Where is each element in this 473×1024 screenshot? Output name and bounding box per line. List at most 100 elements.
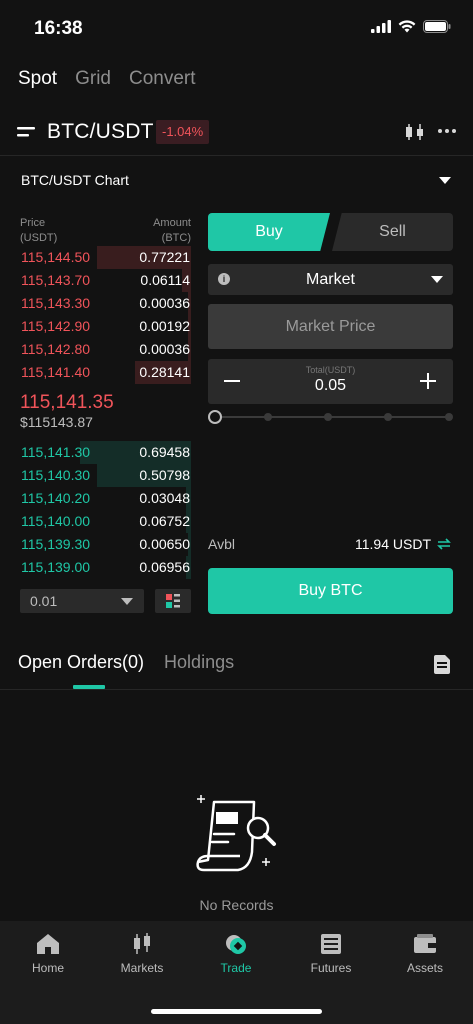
ask-row[interactable]: 115,141.40 0.28141 [20,361,191,384]
nav-assets[interactable]: Assets [385,933,465,975]
order-history-icon[interactable] [434,655,450,674]
bid-price: 115,140.00 [21,513,91,529]
ask-price: 115,141.40 [21,364,91,380]
chevron-down-icon [121,598,133,605]
available-balance: 11.94 USDT [355,536,431,552]
bid-row[interactable]: 115,139.30 0.00650 [20,533,191,556]
home-icon [37,934,59,954]
ask-row[interactable]: 115,144.50 0.77221 [20,246,191,269]
slider-thumb[interactable] [208,410,222,424]
amount-header-unit: (BTC) [161,232,191,244]
battery-icon [423,20,451,33]
nav-markets[interactable]: Markets [102,933,182,975]
chart-toggle[interactable]: BTC/USDT Chart [0,170,473,192]
total-label: Total(USDT) [305,365,356,375]
wifi-icon [398,20,416,33]
nav-home-label: Home [31,961,64,975]
ask-row[interactable]: 115,142.90 0.00192 [20,315,191,338]
last-price[interactable]: 115,141.35 [20,392,114,414]
ask-amount: 0.28141 [139,364,190,380]
pair-header: BTC/USDT -1.04% [0,114,473,150]
order-type-value: Market [306,271,355,288]
nav-assets-label: Assets [406,961,443,975]
buy-btc-button[interactable]: Buy BTC [208,568,453,614]
tab-grid[interactable]: Grid [75,68,111,90]
signal-icon [371,20,391,33]
bid-price: 115,139.30 [21,536,91,552]
bid-price: 115,140.30 [21,467,91,483]
ask-price: 115,143.30 [21,295,91,311]
ask-row[interactable]: 115,143.30 0.00036 [20,292,191,315]
bid-amount: 0.06956 [139,559,190,575]
bid-price: 115,140.20 [21,490,91,506]
markets-icon [134,933,150,954]
slider-step[interactable] [324,413,332,421]
total-value[interactable]: 0.05 [208,377,453,395]
bid-amount: 0.50798 [139,467,190,483]
transfer-icon[interactable] [437,538,451,550]
total-field[interactable]: Total(USDT) 0.05 [208,359,453,404]
nav-trade-label: Trade [220,961,252,975]
sell-tab[interactable]: Sell [332,213,453,251]
pair-menu-icon[interactable] [17,125,35,139]
bid-row[interactable]: 115,140.30 0.50798 [20,464,191,487]
orders-tabs: Open Orders(0) Holdings [18,652,234,673]
tab-convert[interactable]: Convert [129,68,196,90]
slider-step[interactable] [445,413,453,421]
candlestick-icon[interactable] [404,123,426,141]
ask-amount: 0.00036 [139,295,190,311]
bid-amount: 0.00650 [139,536,190,552]
chevron-down-icon [431,276,443,283]
bid-row[interactable]: 115,140.20 0.03048 [20,487,191,510]
last-price-usd: $115143.87 [20,414,93,430]
price-header: Price [20,217,46,229]
nav-futures[interactable]: Futures [291,933,371,975]
slider-step[interactable] [264,413,272,421]
trade-mode-tabs: Spot Grid Convert [18,68,196,90]
bid-row[interactable]: 115,140.00 0.06752 [20,510,191,533]
more-icon[interactable] [438,129,456,133]
nav-futures-label: Futures [310,961,352,975]
bid-row[interactable]: 115,141.30 0.69458 [20,441,191,464]
orderbook-layout-button[interactable] [155,589,191,613]
pair-change-badge: -1.04% [156,120,210,144]
bid-amount: 0.69458 [139,444,190,460]
bid-row[interactable]: 115,139.00 0.06956 [20,556,191,579]
ask-amount: 0.06114 [140,272,190,288]
empty-state-text: No Records [199,897,274,913]
trade-icon [226,935,246,954]
divider [0,155,473,156]
depth-precision-select[interactable]: 0.01 [20,589,144,613]
status-time: 16:38 [34,18,83,39]
bid-amount: 0.03048 [139,490,190,506]
ask-row[interactable]: 115,142.80 0.00036 [20,338,191,361]
tab-spot[interactable]: Spot [18,68,57,90]
slider-step[interactable] [384,413,392,421]
bid-amount: 0.06752 [139,513,190,529]
ask-amount: 0.00036 [139,341,190,357]
ask-price: 115,144.50 [21,249,91,265]
available-label: Avbl [208,536,235,552]
order-type-select[interactable]: i Market [208,264,453,295]
tab-holdings[interactable]: Holdings [164,652,234,673]
chevron-down-icon [439,177,451,184]
buy-tab[interactable]: Buy [208,213,330,251]
ask-row[interactable]: 115,143.70 0.06114 [20,269,191,292]
bid-price: 115,139.00 [21,559,91,575]
nav-markets-label: Markets [120,961,164,975]
chart-toggle-label: BTC/USDT Chart [21,172,129,188]
divider [0,689,473,690]
ask-price: 115,143.70 [21,272,91,288]
tab-open-orders[interactable]: Open Orders(0) [18,652,144,673]
nav-trade[interactable]: Trade [196,933,276,975]
amount-slider[interactable] [208,410,453,424]
no-records-illustration [196,795,276,872]
price-header-unit: (USDT) [20,232,58,244]
price-field[interactable]: Market Price [208,304,453,349]
orderbook-layout-icon [166,594,180,608]
pair-name[interactable]: BTC/USDT [47,120,154,144]
status-bar: 16:38 [0,0,473,56]
home-indicator [151,1009,322,1014]
nav-home[interactable]: Home [8,933,88,975]
increase-button[interactable] [420,373,436,389]
